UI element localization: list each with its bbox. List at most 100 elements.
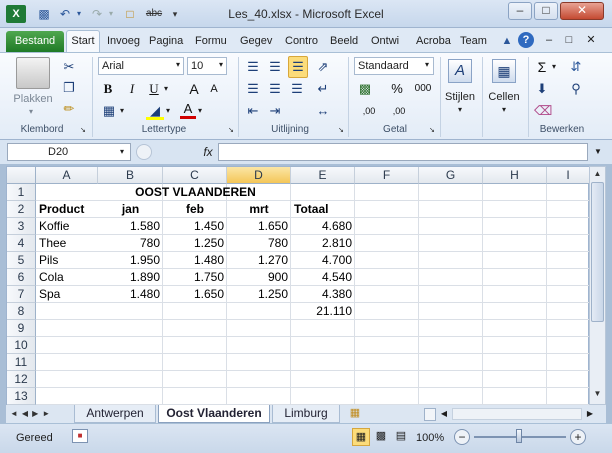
- row-header-8[interactable]: 8: [7, 303, 36, 320]
- formula-cancel-icon[interactable]: [136, 144, 152, 160]
- row-header-12[interactable]: 12: [7, 371, 36, 388]
- sheet-tab-antwerpen[interactable]: Antwerpen: [74, 405, 156, 423]
- styles-button-label[interactable]: Stijlen: [440, 91, 480, 103]
- value-cell[interactable]: 1.480: [163, 252, 227, 269]
- tab-insert[interactable]: Invoeg: [103, 31, 143, 52]
- customize-qat-icon[interactable]: ▾: [170, 5, 180, 23]
- copy-icon[interactable]: ❐: [60, 79, 78, 97]
- help-icon[interactable]: ?: [518, 32, 534, 48]
- value-cell[interactable]: 1.450: [163, 218, 227, 235]
- percent-button[interactable]: %: [390, 80, 404, 98]
- zoom-out-button[interactable]: −: [454, 429, 470, 445]
- workbook-restore-button[interactable]: □: [562, 33, 576, 47]
- product-cell[interactable]: Pils: [36, 252, 98, 269]
- value-cell[interactable]: 4.680: [291, 218, 355, 235]
- workbook-minimize-button[interactable]: –: [542, 33, 556, 47]
- value-cell[interactable]: 1.270: [227, 252, 291, 269]
- name-box[interactable]: D20: [7, 143, 131, 161]
- zoom-slider-thumb[interactable]: [516, 429, 522, 443]
- scroll-right-arrow[interactable]: ▶: [584, 407, 596, 421]
- underline-dropdown-icon[interactable]: ▾: [164, 84, 172, 93]
- paste-icon[interactable]: [16, 57, 50, 89]
- column-header-g[interactable]: G: [419, 167, 483, 184]
- tab-start[interactable]: Start: [66, 30, 100, 53]
- column-header-i[interactable]: I: [547, 167, 590, 184]
- column-header-d[interactable]: D: [227, 167, 291, 184]
- redo-icon[interactable]: ↷: [90, 5, 104, 23]
- spelling-icon[interactable]: abc: [143, 5, 165, 23]
- styles-dropdown-icon[interactable]: ▾: [455, 105, 465, 114]
- tab-view[interactable]: Beeld: [326, 31, 366, 52]
- product-cell[interactable]: Spa: [36, 286, 98, 303]
- vertical-scrollbar[interactable]: ▲ ▼: [589, 166, 606, 405]
- tab-split-handle[interactable]: [424, 408, 436, 421]
- header-cell[interactable]: feb: [163, 201, 227, 218]
- paste-button-label[interactable]: Plakken: [8, 93, 58, 107]
- autosum-button[interactable]: Σ: [534, 58, 550, 76]
- page-break-view-icon[interactable]: ▤: [392, 428, 410, 446]
- header-cell[interactable]: jan: [98, 201, 163, 218]
- borders-icon[interactable]: ▦: [100, 102, 118, 120]
- italic-button[interactable]: I: [124, 80, 140, 98]
- cells-button-label[interactable]: Cellen: [484, 91, 524, 103]
- bold-button[interactable]: B: [100, 80, 116, 98]
- value-cell[interactable]: 1.650: [227, 218, 291, 235]
- grow-font-button[interactable]: A: [186, 80, 202, 98]
- scroll-down-arrow[interactable]: ▼: [590, 387, 605, 401]
- row-header-13[interactable]: 13: [7, 388, 36, 405]
- tab-review[interactable]: Contro: [281, 31, 323, 52]
- select-all-button[interactable]: [7, 167, 36, 184]
- font-color-button[interactable]: A: [180, 101, 196, 119]
- macro-record-icon[interactable]: ■: [72, 429, 88, 443]
- align-center-icon[interactable]: ☰: [266, 80, 284, 98]
- tab-team[interactable]: Team: [456, 31, 492, 52]
- maximize-button[interactable]: □: [534, 2, 558, 20]
- row-header-3[interactable]: 3: [7, 218, 36, 235]
- column-header-f[interactable]: F: [355, 167, 419, 184]
- scroll-thumb[interactable]: [591, 182, 604, 322]
- value-cell[interactable]: 1.950: [98, 252, 163, 269]
- value-cell[interactable]: 1.890: [98, 269, 163, 286]
- collapse-ribbon-icon[interactable]: ▲: [500, 34, 514, 48]
- value-cell[interactable]: 780: [227, 235, 291, 252]
- tab-file[interactable]: Bestand: [6, 31, 64, 52]
- sheet-nav-arrows[interactable]: ◄◀▶►: [10, 407, 68, 421]
- font-size-dropdown-icon[interactable]: ▾: [219, 60, 227, 69]
- product-cell[interactable]: Thee: [36, 235, 98, 252]
- header-cell[interactable]: Product: [36, 201, 98, 218]
- align-middle-icon[interactable]: ☰: [266, 58, 284, 76]
- number-launcher-icon[interactable]: ↘: [429, 126, 437, 134]
- scroll-left-arrow[interactable]: ◀: [438, 407, 450, 421]
- value-cell[interactable]: 1.250: [227, 286, 291, 303]
- value-cell[interactable]: 1.580: [98, 218, 163, 235]
- tab-formulas[interactable]: Formu: [191, 31, 233, 52]
- increase-decimals-button[interactable]: ,00: [356, 102, 382, 120]
- autosum-dropdown-icon[interactable]: ▾: [552, 62, 560, 71]
- insert-function-button[interactable]: fx: [198, 143, 218, 161]
- sort-filter-icon[interactable]: ⇵: [566, 58, 586, 76]
- header-cell[interactable]: Totaal: [291, 201, 355, 218]
- column-header-b[interactable]: B: [98, 167, 163, 184]
- excel-app-icon[interactable]: X: [6, 5, 26, 23]
- clear-icon[interactable]: ⌫: [534, 102, 552, 120]
- align-top-icon[interactable]: ☰: [244, 58, 262, 76]
- value-cell[interactable]: 4.540: [291, 269, 355, 286]
- sheet-tab-oost-vlaanderen[interactable]: Oost Vlaanderen: [158, 405, 270, 423]
- cut-icon[interactable]: ✂: [60, 58, 78, 76]
- value-cell[interactable]: 1.250: [163, 235, 227, 252]
- underline-button[interactable]: U: [146, 80, 162, 98]
- sheet-title-cell[interactable]: OOST VLAANDEREN: [36, 184, 355, 201]
- zoom-level[interactable]: 100%: [416, 430, 448, 446]
- row-header-9[interactable]: 9: [7, 320, 36, 337]
- alignment-launcher-icon[interactable]: ↘: [338, 126, 346, 134]
- worksheet-grid[interactable]: A B C D E F G H I 1 2 3 4 5 6 7 8 9 10 11 12 13 OOST VLAANDERE…: [6, 166, 590, 406]
- undo-dropdown-icon[interactable]: ▾: [74, 5, 84, 23]
- fill-color-dropdown-icon[interactable]: ▾: [166, 106, 174, 115]
- decrease-indent-icon[interactable]: ⇤: [244, 102, 262, 120]
- value-cell[interactable]: 780: [98, 235, 163, 252]
- row-header-2[interactable]: 2: [7, 201, 36, 218]
- workbook-close-button[interactable]: ✕: [584, 33, 598, 47]
- row-header-5[interactable]: 5: [7, 252, 36, 269]
- value-cell[interactable]: 900: [227, 269, 291, 286]
- tab-data[interactable]: Gegev: [236, 31, 278, 52]
